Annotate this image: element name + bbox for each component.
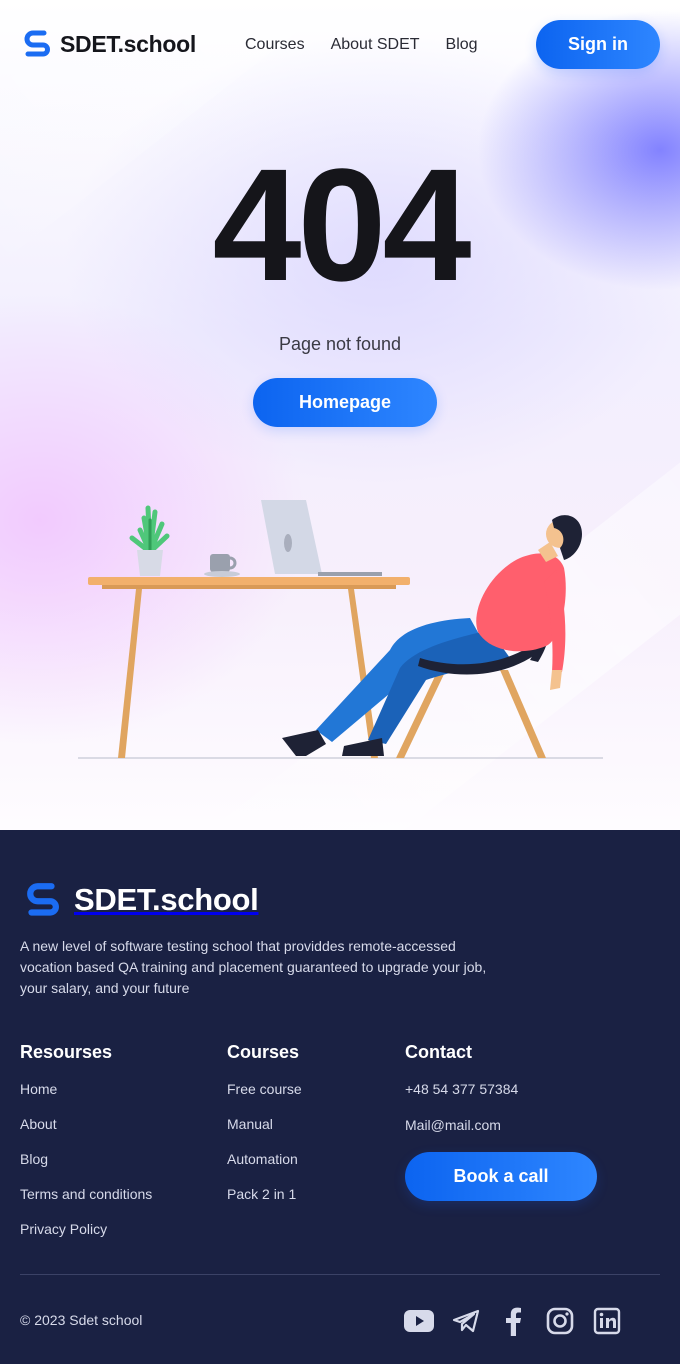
linkedin-link[interactable] — [592, 1306, 622, 1336]
facebook-link[interactable] — [498, 1306, 528, 1336]
footer-logo-text: SDET.school — [74, 882, 259, 917]
nav-courses[interactable]: Courses — [245, 36, 305, 54]
linkedin-icon — [593, 1307, 621, 1335]
desk — [88, 577, 410, 758]
homepage-button[interactable]: Homepage — [253, 378, 437, 427]
laptop-icon — [261, 500, 382, 576]
logo-text: SDET.school — [60, 30, 197, 57]
resources-column: Resourses Home About Blog Terms and cond… — [20, 1042, 152, 1256]
hero-section: SDET.school Courses About SDET Blog Sign… — [0, 0, 680, 830]
main-nav: Courses About SDET Blog — [245, 36, 478, 54]
footer-link-privacy[interactable]: Privacy Policy — [20, 1221, 152, 1256]
logo-icon — [27, 883, 59, 916]
footer-link-about[interactable]: About — [20, 1116, 152, 1151]
site-header: SDET.school Courses About SDET Blog Sign… — [0, 0, 680, 90]
footer-link-pack[interactable]: Pack 2 in 1 — [227, 1186, 302, 1221]
telegram-link[interactable] — [451, 1306, 481, 1336]
nav-about-sdet[interactable]: About SDET — [331, 36, 420, 54]
footer-link-home[interactable]: Home — [20, 1081, 152, 1116]
resources-heading: Resourses — [20, 1042, 113, 1062]
logo-icon — [24, 30, 50, 57]
social-links — [404, 1306, 622, 1336]
nav-blog[interactable]: Blog — [446, 36, 478, 54]
courses-heading: Courses — [227, 1042, 300, 1062]
courses-column: Courses Free course Manual Automation Pa… — [227, 1042, 302, 1221]
logo-link[interactable]: SDET.school — [22, 28, 196, 60]
contact-heading: Contact — [405, 1042, 472, 1062]
footer-description: A new level of software testing school t… — [20, 938, 487, 996]
footer-link-automation[interactable]: Automation — [227, 1151, 302, 1186]
coffee-cup-icon — [204, 554, 240, 577]
telegram-icon — [452, 1309, 480, 1333]
youtube-link[interactable] — [404, 1306, 434, 1336]
copyright: © 2023 Sdet school — [20, 1312, 143, 1328]
book-call-button[interactable]: Book a call — [405, 1152, 597, 1201]
footer-link-free-course[interactable]: Free course — [227, 1081, 302, 1116]
footer-divider — [20, 1274, 660, 1275]
youtube-icon — [404, 1310, 434, 1332]
tired-developer-illustration — [78, 500, 603, 759]
facebook-icon — [506, 1307, 521, 1336]
footer-link-manual[interactable]: Manual — [227, 1116, 302, 1151]
contact-column: Contact +48 54 377 57384 Mail@mail.com — [405, 1042, 518, 1153]
plant-icon — [129, 505, 170, 576]
error-code: 404 — [212, 135, 472, 314]
sign-in-button[interactable]: Sign in — [536, 20, 660, 69]
contact-phone[interactable]: +48 54 377 57384 — [405, 1081, 518, 1117]
footer-link-terms[interactable]: Terms and conditions — [20, 1186, 152, 1221]
footer-logo-link[interactable]: SDET.school — [22, 880, 259, 920]
site-footer: SDET.school A new level of software test… — [0, 830, 680, 1364]
instagram-link[interactable] — [545, 1306, 575, 1336]
contact-email[interactable]: Mail@mail.com — [405, 1117, 518, 1153]
footer-link-blog[interactable]: Blog — [20, 1151, 152, 1186]
instagram-icon — [546, 1307, 574, 1335]
error-message: Page not found — [278, 334, 402, 354]
